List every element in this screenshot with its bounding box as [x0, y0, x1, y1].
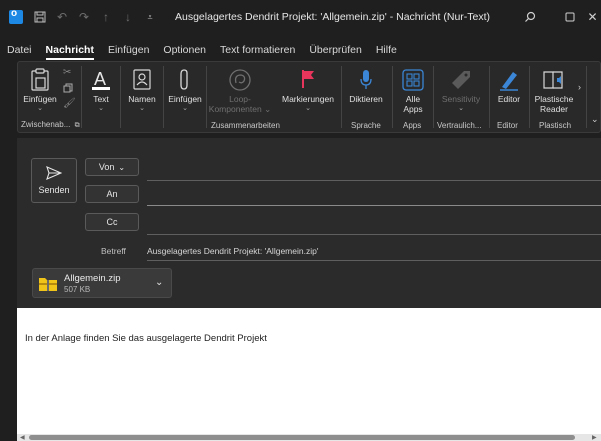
group-label-apps: Apps — [403, 121, 422, 130]
send-button[interactable]: Senden — [31, 158, 77, 203]
svg-text:A: A — [94, 69, 106, 89]
cc-field[interactable] — [147, 234, 601, 235]
apps-grid-icon — [400, 68, 426, 92]
tab-datei[interactable]: Datei — [7, 44, 32, 56]
cut-icon[interactable]: ✂ — [63, 67, 71, 78]
tab-optionen[interactable]: Optionen — [163, 44, 206, 56]
address-book-icon — [129, 68, 155, 92]
attachment-name: Allgemein.zip — [64, 273, 121, 284]
arrow-down-icon[interactable]: ↓ — [117, 6, 139, 28]
ribbon-collapse-icon[interactable]: ⌄ — [591, 114, 599, 125]
group-label-plastisch: Plastisch — [539, 121, 572, 130]
loop-icon — [227, 68, 253, 92]
chevron-down-icon: ⌄ — [118, 162, 126, 172]
outlook-app-icon — [9, 8, 23, 24]
message-header: Senden Von ⌄ An Cc Betreff Ausgelagertes… — [17, 138, 601, 308]
send-icon — [46, 166, 62, 180]
to-field[interactable] — [147, 205, 601, 206]
zip-file-icon — [38, 276, 58, 295]
text-format-icon: A — [88, 68, 114, 92]
names-button[interactable]: Namen ⌄ — [124, 68, 160, 114]
save-icon[interactable] — [29, 6, 51, 28]
copy-icon[interactable] — [63, 83, 73, 96]
from-button[interactable]: Von ⌄ — [85, 158, 139, 176]
tab-hilfe[interactable]: Hilfe — [376, 44, 397, 56]
attachment-chip[interactable]: Allgemein.zip 507 KB ⌄ — [32, 268, 172, 298]
sensitivity-button[interactable]: Sensitivity ⌄ — [436, 68, 486, 114]
ribbon-tabs: Datei Nachricht Einfügen Optionen Text f… — [0, 40, 601, 60]
horizontal-scrollbar[interactable]: ◀ ▶ — [17, 434, 601, 441]
undo-icon[interactable]: ↶ — [51, 6, 73, 28]
group-label-zusammenarbeiten: Zusammenarbeiten — [211, 121, 280, 130]
paste-button[interactable]: Einfügen ⌄ — [22, 68, 58, 114]
tags-button[interactable]: Markierungen ⌄ — [280, 68, 336, 114]
tab-text-formatieren[interactable]: Text formatieren — [220, 44, 295, 56]
arrow-up-icon[interactable]: ↑ — [95, 6, 117, 28]
scroll-left-icon[interactable]: ◀ — [20, 434, 25, 441]
group-label-editor: Editor — [497, 121, 518, 130]
text-button[interactable]: A Text ⌄ — [86, 68, 116, 114]
ribbon: Einfügen ⌄ ✂ 🖌 Zwischenab... ⧉ A Text ⌄ … — [17, 61, 601, 133]
paperclip-icon — [172, 68, 198, 92]
close-icon[interactable]: ✕ — [584, 0, 601, 34]
subject-label: Betreff — [101, 246, 126, 256]
body-text: In der Anlage finden Sie das ausgelagert… — [25, 333, 267, 344]
group-label-vertraulich: Vertraulich... — [437, 121, 482, 130]
all-apps-button[interactable]: Alle Apps — [397, 68, 429, 114]
editor-pen-icon — [496, 68, 522, 92]
search-icon[interactable] — [510, 0, 550, 34]
dictate-button[interactable]: Diktieren — [344, 68, 388, 104]
attachment-size: 507 KB — [64, 285, 91, 294]
tab-einfuegen[interactable]: Einfügen — [108, 44, 149, 56]
scroll-right-icon[interactable]: ▶ — [592, 434, 597, 441]
subject-field[interactable]: Ausgelagertes Dendrit Projekt: 'Allgemei… — [147, 246, 318, 256]
microphone-icon — [353, 68, 379, 92]
cc-button[interactable]: Cc — [85, 213, 139, 231]
loop-components-button[interactable]: Loop- Komponenten ⌄ — [208, 68, 272, 114]
scrollbar-thumb[interactable] — [29, 435, 575, 440]
editor-button[interactable]: Editor — [492, 68, 526, 104]
from-field[interactable] — [147, 180, 601, 181]
clipboard-icon — [27, 68, 53, 92]
format-painter-icon[interactable]: 🖌 — [63, 98, 76, 109]
message-body[interactable]: In der Anlage finden Sie das ausgelagert… — [17, 308, 601, 434]
customize-quick-access-icon[interactable]: ⩡ — [139, 6, 161, 28]
group-label-sprache: Sprache — [351, 121, 381, 130]
subject-underline — [147, 260, 601, 261]
flag-icon — [295, 68, 321, 92]
ribbon-scroll-right-icon[interactable]: › — [578, 82, 581, 92]
to-button[interactable]: An — [85, 185, 139, 203]
sensitivity-label-icon — [448, 68, 474, 92]
tab-nachricht[interactable]: Nachricht — [45, 44, 95, 60]
window-title: Ausgelagertes Dendrit Projekt: 'Allgemei… — [175, 11, 491, 23]
title-bar: ↶ ↷ ↑ ↓ ⩡ Ausgelagertes Dendrit Projekt:… — [0, 0, 601, 34]
tab-ueberpruefen[interactable]: Überprüfen — [309, 44, 362, 56]
immersive-reader-button[interactable]: Plastische Reader — [532, 68, 576, 114]
redo-icon[interactable]: ↷ — [73, 6, 95, 28]
group-label-zwischenablage: Zwischenab... ⧉ — [21, 120, 80, 129]
immersive-reader-icon — [541, 68, 567, 92]
dialog-launcher-icon[interactable]: ⧉ — [75, 122, 80, 129]
attachment-menu-chevron-icon[interactable]: ⌄ — [155, 277, 163, 288]
attach-button[interactable]: Einfügen ⌄ — [167, 68, 203, 114]
